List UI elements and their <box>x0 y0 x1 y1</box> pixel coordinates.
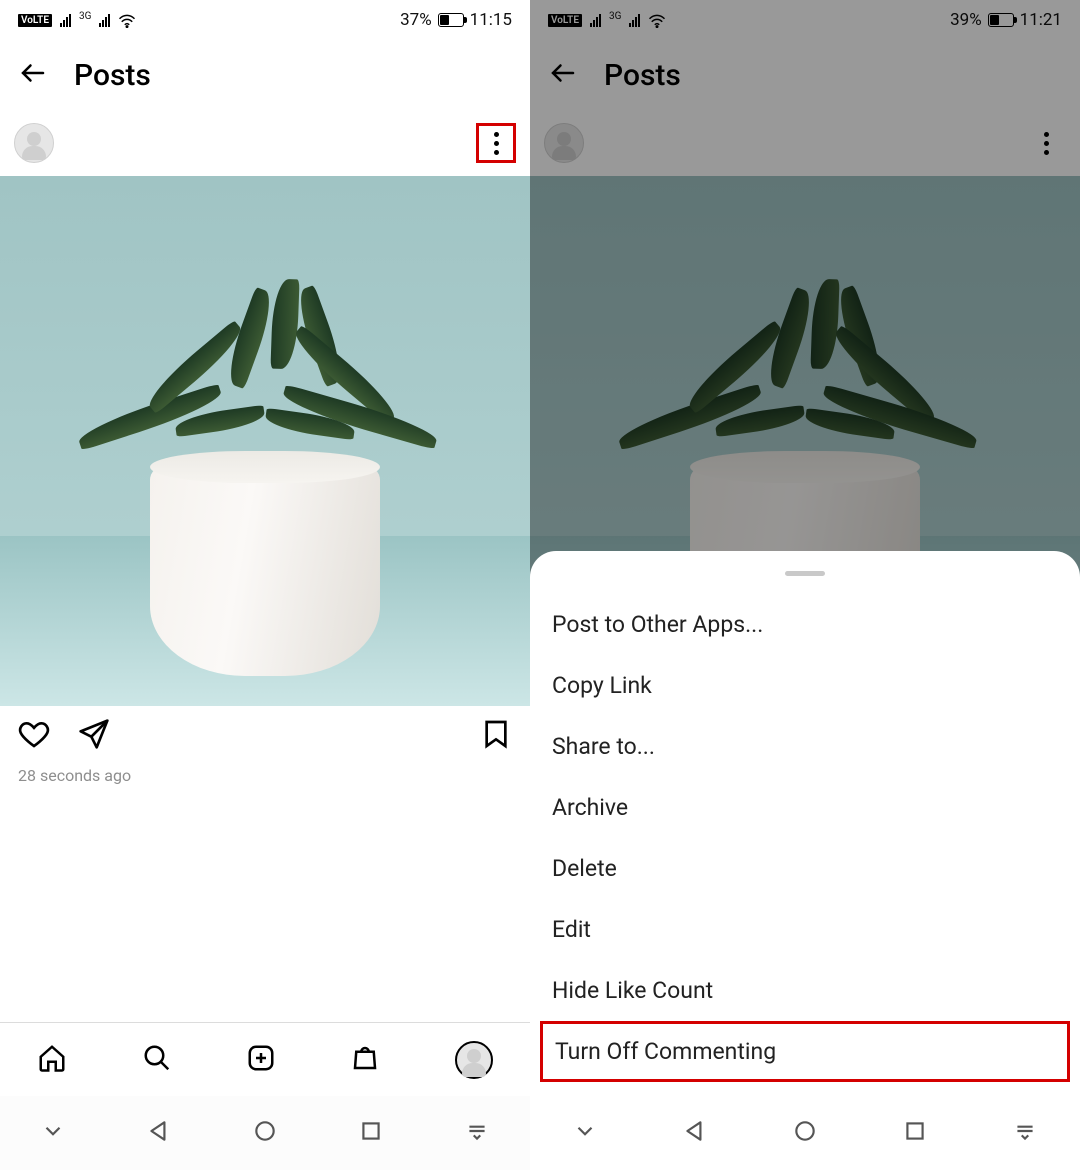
wifi-icon <box>118 13 136 27</box>
tab-home-icon[interactable] <box>37 1043 67 1077</box>
android-navbar <box>0 1096 530 1170</box>
tab-create-icon[interactable] <box>246 1043 276 1077</box>
post-timestamp: 28 seconds ago <box>0 766 530 785</box>
options-bottom-sheet: Post to Other Apps...Copy LinkShare to..… <box>530 551 1080 1096</box>
nav-recent-icon[interactable] <box>358 1118 384 1148</box>
bookmark-icon[interactable] <box>480 735 512 754</box>
like-icon[interactable] <box>18 718 50 754</box>
sheet-item-post-to-other-apps[interactable]: Post to Other Apps... <box>530 594 1080 655</box>
sheet-item-share-to[interactable]: Share to... <box>530 716 1080 777</box>
sheet-item-edit[interactable]: Edit <box>530 899 1080 960</box>
nav-back-icon[interactable] <box>146 1118 172 1148</box>
tab-shop-icon[interactable] <box>350 1043 380 1077</box>
back-arrow-icon[interactable] <box>18 58 48 92</box>
signal-icon-1 <box>60 13 71 27</box>
status-right: 37% 11:15 <box>400 10 512 30</box>
phone-right: VoLTE 3G 39% 11:21 Posts <box>530 0 1080 1170</box>
page-title: Posts <box>74 58 151 93</box>
nav-chevron-down-icon[interactable] <box>572 1118 598 1148</box>
nav-drawer-icon[interactable] <box>1012 1118 1038 1148</box>
network-type: 3G <box>79 11 91 22</box>
post-header <box>0 110 530 176</box>
bottom-tabbar <box>0 1022 530 1096</box>
volte-badge: VoLTE <box>18 14 52 27</box>
sheet-handle[interactable] <box>785 571 825 576</box>
tab-search-icon[interactable] <box>142 1043 172 1077</box>
nav-chevron-down-icon[interactable] <box>40 1118 66 1148</box>
status-left: VoLTE 3G <box>18 13 136 27</box>
nav-recent-icon[interactable] <box>902 1118 928 1148</box>
battery-icon <box>438 13 464 27</box>
android-navbar <box>530 1096 1080 1170</box>
post-image[interactable] <box>0 176 530 706</box>
sheet-item-archive[interactable]: Archive <box>530 777 1080 838</box>
more-options-button[interactable] <box>476 123 516 163</box>
clock: 11:15 <box>470 10 512 30</box>
sheet-item-copy-link[interactable]: Copy Link <box>530 655 1080 716</box>
nav-home-icon[interactable] <box>252 1118 278 1148</box>
app-header: Posts <box>0 40 530 110</box>
status-bar: VoLTE 3G 37% 11:15 <box>0 0 530 40</box>
nav-home-icon[interactable] <box>792 1118 818 1148</box>
battery-percent: 37% <box>400 10 432 30</box>
nav-back-icon[interactable] <box>682 1118 708 1148</box>
tab-profile-icon[interactable] <box>455 1041 493 1079</box>
signal-icon-2 <box>99 13 110 27</box>
post-actions <box>0 706 530 766</box>
nav-drawer-icon[interactable] <box>464 1118 490 1148</box>
sheet-item-delete[interactable]: Delete <box>530 838 1080 899</box>
sheet-item-hide-like-count[interactable]: Hide Like Count <box>530 960 1080 1021</box>
share-icon[interactable] <box>78 718 110 754</box>
sheet-item-turn-off-commenting[interactable]: Turn Off Commenting <box>540 1021 1070 1082</box>
avatar[interactable] <box>14 123 54 163</box>
phone-left: VoLTE 3G 37% 11:15 Posts <box>0 0 530 1170</box>
